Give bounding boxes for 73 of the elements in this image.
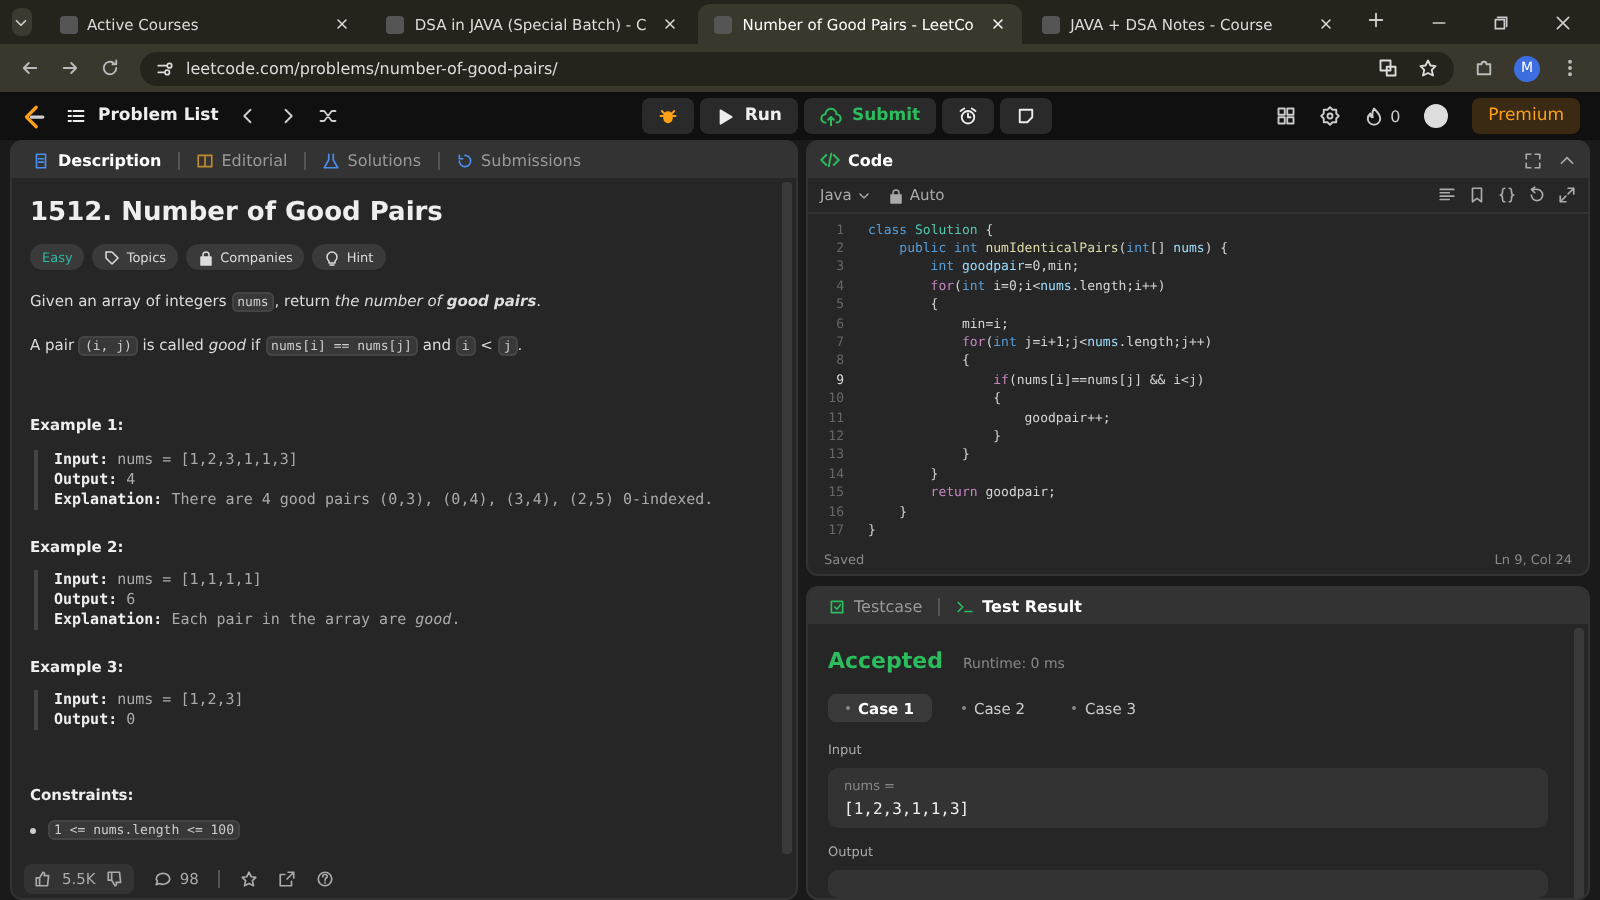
book-icon bbox=[195, 151, 214, 169]
fullscreen-icon[interactable] bbox=[1524, 151, 1542, 169]
bookmark-icon[interactable] bbox=[1468, 186, 1486, 204]
panel-tab[interactable]: Test Result bbox=[948, 597, 1090, 615]
help-icon[interactable] bbox=[316, 869, 335, 887]
cloud-upload-icon bbox=[819, 105, 842, 127]
format-icon[interactable] bbox=[1438, 186, 1456, 204]
plus-icon[interactable] bbox=[1365, 10, 1386, 30]
collapse-icon[interactable] bbox=[1558, 151, 1576, 169]
share-icon[interactable] bbox=[278, 869, 297, 887]
undo-icon[interactable] bbox=[1528, 186, 1546, 204]
puzzle-icon[interactable] bbox=[1474, 58, 1494, 78]
flask-icon bbox=[321, 151, 340, 169]
panel-tab[interactable]: Testcase bbox=[820, 597, 931, 615]
thumbs-up-icon bbox=[34, 869, 52, 887]
braces-icon[interactable] bbox=[1498, 186, 1516, 204]
site-favicon-icon bbox=[714, 15, 733, 33]
shuffle-icon[interactable] bbox=[318, 106, 339, 126]
panel-title: Code bbox=[848, 151, 894, 169]
note-icon[interactable] bbox=[1016, 106, 1037, 126]
alarm-button[interactable] bbox=[942, 98, 995, 134]
panel-tab[interactable]: Solutions bbox=[313, 151, 430, 169]
expand-icon[interactable] bbox=[1558, 186, 1576, 204]
streak-count: 0 bbox=[1390, 107, 1401, 125]
back-icon[interactable] bbox=[20, 58, 40, 78]
run-button[interactable]: Run bbox=[700, 98, 798, 134]
code-icon bbox=[820, 150, 840, 170]
bulb-icon[interactable] bbox=[324, 249, 341, 265]
history-icon bbox=[455, 151, 474, 169]
star-icon[interactable] bbox=[240, 869, 259, 887]
debug-button[interactable] bbox=[642, 98, 695, 134]
submit-button[interactable]: Submit bbox=[803, 98, 937, 134]
comment-icon bbox=[153, 869, 172, 887]
lock-icon bbox=[887, 187, 904, 203]
variable-value: [1,2,3,1,1,3] bbox=[844, 800, 972, 818]
thumbs-down-icon bbox=[105, 869, 124, 887]
user-avatar[interactable] bbox=[1424, 104, 1449, 128]
problem-title: 1512. Number of Good Pairs bbox=[30, 198, 445, 228]
close-icon[interactable] bbox=[662, 16, 679, 32]
flame-icon bbox=[1364, 106, 1385, 126]
site-favicon-icon bbox=[59, 15, 78, 33]
forward-icon[interactable] bbox=[60, 58, 80, 78]
close-icon[interactable] bbox=[1317, 16, 1334, 32]
play-icon bbox=[716, 107, 735, 125]
panel-tab[interactable]: Editorial bbox=[187, 151, 296, 169]
logo-icon[interactable] bbox=[20, 103, 46, 129]
tag-icon[interactable] bbox=[104, 249, 121, 265]
document-icon bbox=[32, 151, 50, 169]
restore-icon[interactable] bbox=[1492, 14, 1510, 32]
note-button[interactable] bbox=[1000, 98, 1053, 134]
chevron-down-icon bbox=[855, 187, 872, 203]
reload-icon[interactable] bbox=[100, 58, 120, 78]
alarm-clock-icon[interactable] bbox=[958, 106, 979, 126]
terminal-icon bbox=[956, 597, 975, 615]
site-info-icon[interactable] bbox=[156, 59, 174, 77]
grid-icon[interactable] bbox=[1276, 106, 1297, 126]
close-icon[interactable] bbox=[1554, 14, 1572, 32]
settings-icon[interactable] bbox=[1320, 106, 1341, 126]
lock-icon[interactable] bbox=[198, 249, 215, 265]
site-favicon-icon bbox=[386, 15, 405, 33]
panel-tab[interactable]: Description bbox=[24, 151, 170, 169]
panel-tab[interactable]: Submissions bbox=[447, 151, 589, 169]
close-icon[interactable] bbox=[990, 16, 1007, 32]
premium-button[interactable]: Premium bbox=[1472, 98, 1580, 134]
checkbox-icon bbox=[828, 597, 846, 615]
address-bar[interactable]: leetcode.com/problems/number-of-good-pairs/ bbox=[140, 51, 1454, 85]
verdict-text: Accepted bbox=[828, 648, 943, 674]
translate-icon[interactable] bbox=[1378, 58, 1398, 78]
site-favicon-icon bbox=[1042, 15, 1061, 33]
list-icon[interactable] bbox=[66, 106, 86, 126]
close-icon[interactable] bbox=[334, 16, 351, 32]
problem-list-link[interactable]: Problem List bbox=[98, 106, 219, 126]
bug-icon[interactable] bbox=[658, 106, 679, 126]
